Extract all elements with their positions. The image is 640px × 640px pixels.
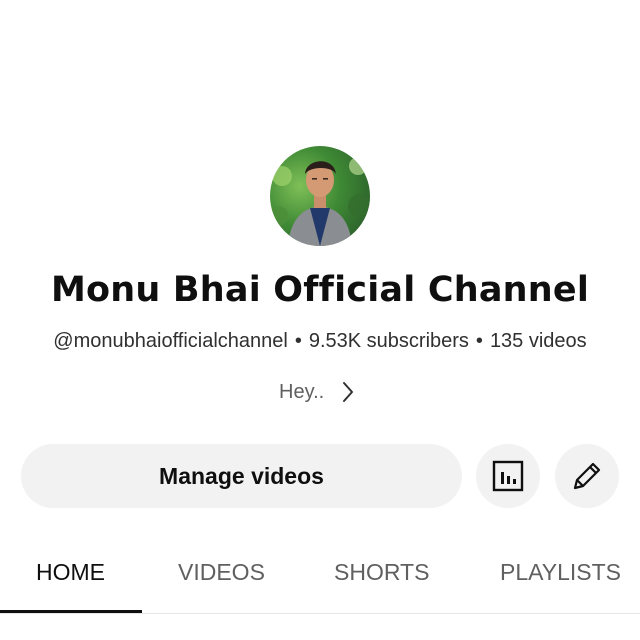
analytics-button[interactable] xyxy=(476,444,540,508)
channel-tabs: HOME VIDEOS SHORTS PLAYLISTS xyxy=(0,545,640,613)
tab-videos[interactable]: VIDEOS xyxy=(178,559,265,586)
edit-channel-button[interactable] xyxy=(555,444,619,508)
tab-playlists[interactable]: PLAYLISTS xyxy=(500,559,621,586)
chevron-right-icon xyxy=(343,382,354,402)
video-count: 135 videos xyxy=(489,330,587,352)
tab-home[interactable]: HOME xyxy=(36,559,105,586)
meta-separator: • xyxy=(475,330,483,352)
channel-meta: @monubhaiofficialchannel • 9.53K subscribe… xyxy=(0,330,640,353)
manage-videos-button[interactable]: Manage videos xyxy=(21,444,462,508)
channel-page: Monu Bhai Official Channel @monubhaioffi… xyxy=(0,0,640,640)
tab-shorts[interactable]: SHORTS xyxy=(334,559,429,586)
channel-title: Monu Bhai Official Channel xyxy=(50,270,590,310)
channel-description: Hey.. xyxy=(279,380,325,403)
pencil-icon xyxy=(573,462,601,490)
channel-handle: @monubhaiofficialchannel xyxy=(53,330,288,352)
channel-avatar[interactable] xyxy=(270,146,370,246)
meta-separator: • xyxy=(294,330,302,352)
analytics-icon xyxy=(492,460,524,492)
channel-description-link[interactable]: Hey.. xyxy=(279,379,354,405)
tabs-divider xyxy=(0,613,640,614)
avatar-photo xyxy=(270,146,370,246)
subscriber-count: 9.53K subscribers xyxy=(308,330,469,352)
